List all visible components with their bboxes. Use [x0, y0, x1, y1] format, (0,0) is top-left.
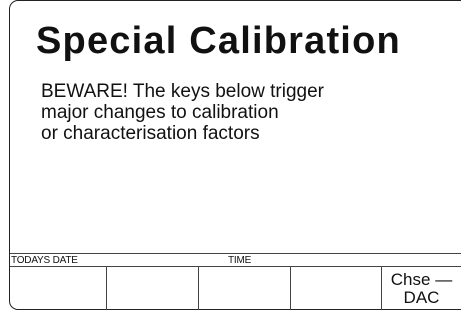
softkey-3[interactable]: [199, 266, 291, 310]
warning-message: BEWARE! The keys below trigger major cha…: [41, 81, 324, 144]
softkey-chse-dac-label: Chse — DAC: [390, 270, 453, 307]
todays-date-label: TODAYS DATE: [11, 255, 78, 266]
softkey-row: Chse — DAC: [10, 266, 461, 310]
time-label: TIME: [228, 255, 252, 266]
softkey-4[interactable]: [291, 266, 382, 310]
softkey-2[interactable]: [107, 266, 199, 310]
softkey-1[interactable]: [10, 266, 107, 310]
page-title: Special Calibration: [36, 20, 401, 62]
status-divider: [10, 253, 461, 254]
warning-line: or characterisation factors: [41, 123, 260, 144]
warning-line: BEWARE! The keys below trigger: [41, 81, 324, 102]
warning-line: major changes to calibration: [41, 102, 279, 123]
softkey-chse-dac[interactable]: Chse — DAC: [382, 266, 461, 310]
